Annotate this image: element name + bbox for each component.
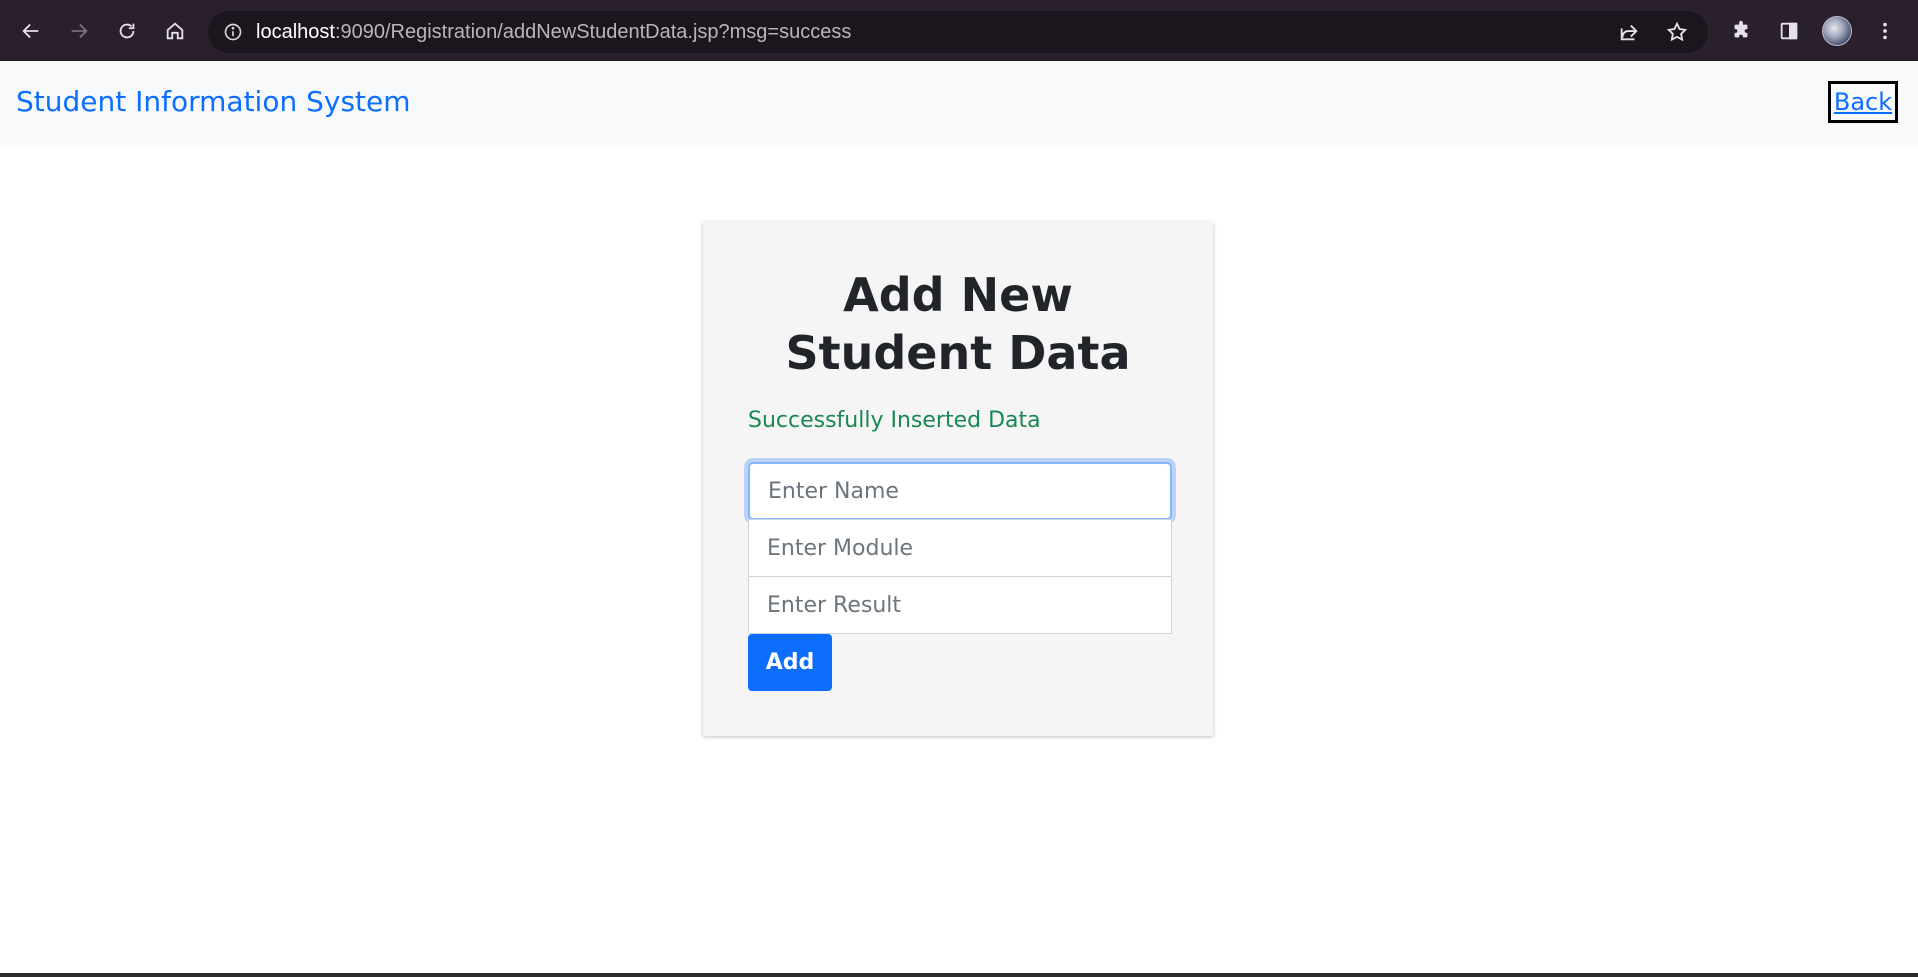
side-panel-icon[interactable]	[1774, 16, 1804, 46]
form-title-text: Add New Student Data	[785, 268, 1131, 380]
home-icon[interactable]	[160, 16, 190, 46]
form-title: Add New Student Data	[703, 266, 1213, 382]
result-input[interactable]	[748, 576, 1172, 634]
add-button[interactable]: Add	[748, 634, 832, 691]
module-input[interactable]	[748, 519, 1172, 577]
back-link[interactable]: Back	[1828, 81, 1898, 123]
url-host: localhost	[256, 20, 335, 43]
name-input[interactable]	[748, 462, 1172, 520]
address-bar[interactable]: localhost:9090/Registration/addNewStuden…	[208, 11, 1708, 53]
brand-title[interactable]: Student Information System	[16, 85, 411, 118]
star-icon[interactable]	[1666, 11, 1688, 53]
site-navbar: Student Information System Back	[0, 61, 1918, 145]
extensions-icon[interactable]	[1726, 16, 1756, 46]
more-menu-icon[interactable]	[1870, 16, 1900, 46]
success-message: Successfully Inserted Data	[748, 408, 1041, 433]
bottom-edge	[0, 973, 1918, 977]
url-text[interactable]: localhost:9090/Registration/addNewStuden…	[256, 21, 851, 44]
profile-avatar[interactable]	[1822, 16, 1852, 46]
reload-icon[interactable]	[112, 16, 142, 46]
back-arrow-icon[interactable]	[16, 16, 46, 46]
site-info-icon[interactable]	[222, 21, 244, 43]
add-student-card: Add New Student Data Successfully Insert…	[703, 222, 1213, 736]
browser-toolbar: localhost:9090/Registration/addNewStuden…	[0, 0, 1918, 61]
url-path: :9090/Registration/addNewStudentData.jsp…	[334, 20, 852, 43]
forward-arrow-icon[interactable]	[64, 16, 94, 46]
share-icon[interactable]	[1618, 11, 1640, 53]
